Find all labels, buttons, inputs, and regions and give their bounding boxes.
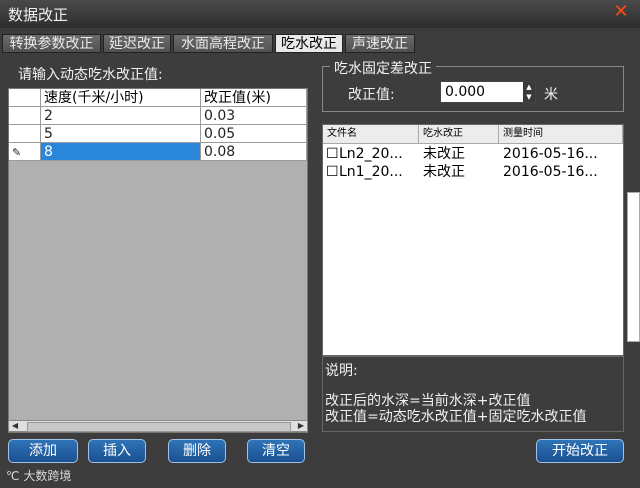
unit-label: 米 (544, 87, 558, 103)
insert-button[interactable]: 插入 (88, 439, 146, 463)
file-status: 未改正 (423, 146, 465, 162)
col-draft-status[interactable]: 吃水改正 (419, 125, 499, 143)
fixed-draft-group-title: 吃水固定差改正 (330, 58, 436, 78)
col-filename[interactable]: 文件名 (323, 125, 419, 143)
delete-button[interactable]: 删除 (168, 439, 226, 463)
cell-speed[interactable]: 8 (41, 143, 201, 161)
checkbox[interactable]: ☐ (326, 145, 339, 163)
grid-row[interactable]: 2 0.03 (9, 107, 307, 125)
start-correction-button[interactable]: 开始改正 (536, 439, 624, 463)
cell-value[interactable]: 0.05 (201, 125, 307, 143)
description-line: 改正值=动态吃水改正值+固定吃水改正值 (325, 409, 587, 425)
grid-col-speed[interactable]: 速度(千米/小时) (41, 89, 201, 107)
file-list-header: 文件名 吃水改正 测量时间 (323, 125, 623, 144)
window-title: 数据改正 (8, 6, 69, 24)
cell-speed[interactable]: 2 (41, 107, 201, 125)
tab-draft[interactable]: 吃水改正 (275, 34, 343, 53)
file-name: Ln2_20... (339, 146, 403, 162)
add-button[interactable]: 添加 (8, 439, 78, 463)
file-row[interactable]: ☐ Ln2_20... 未改正 2016-05-16... (323, 145, 623, 163)
logo-text: 大数跨境 (23, 469, 72, 483)
cell-speed[interactable]: 5 (41, 125, 201, 143)
spin-buttons[interactable]: ▲ ▼ (523, 82, 535, 102)
title-bar: 数据改正 ✕ (0, 0, 640, 28)
dynamic-draft-prompt: 请输入动态吃水改正值: (18, 67, 163, 83)
description-box: 说明: 改正后的水深=当前水深+改正值 改正值=动态吃水改正值+固定吃水改正值 (322, 356, 624, 432)
watermark-logo: ℃ 大数跨境 (6, 467, 71, 484)
spin-down-icon[interactable]: ▼ (523, 92, 535, 102)
fixed-draft-value[interactable]: 0.000 (445, 84, 485, 100)
grid-horizontal-scrollbar[interactable]: ◀ ▶ (8, 420, 308, 432)
grid-col-value[interactable]: 改正值(米) (201, 89, 307, 107)
file-list[interactable]: 文件名 吃水改正 测量时间 ☐ Ln2_20... 未改正 2016-05-16… (322, 124, 624, 356)
scroll-right-icon[interactable]: ▶ (296, 421, 306, 431)
row-selector[interactable] (9, 125, 41, 143)
file-status: 未改正 (423, 164, 465, 180)
pencil-icon: ✎ (12, 146, 22, 159)
dynamic-draft-grid[interactable]: 速度(千米/小时) 改正值(米) 2 0.03 5 0.05 ✎ 8 0.08 (8, 88, 308, 433)
description-title: 说明: (325, 363, 358, 379)
logo-icon: ℃ (6, 469, 20, 483)
cell-value[interactable]: 0.03 (201, 107, 307, 125)
tab-sound-speed[interactable]: 声速改正 (345, 34, 415, 53)
grid-corner (9, 89, 41, 107)
file-row[interactable]: ☐ Ln1_20... 未改正 2016-05-16... (323, 163, 623, 181)
scroll-left-icon[interactable]: ◀ (10, 421, 20, 431)
close-icon[interactable]: ✕ (612, 3, 630, 21)
grid-row-editing[interactable]: ✎ 8 0.08 (9, 143, 307, 161)
side-panel-fragment (627, 192, 640, 342)
spin-up-icon[interactable]: ▲ (523, 82, 535, 92)
clear-button[interactable]: 清空 (247, 439, 305, 463)
row-selector[interactable]: ✎ (9, 143, 41, 161)
tab-delay[interactable]: 延迟改正 (103, 34, 171, 53)
grid-header-row: 速度(千米/小时) 改正值(米) (9, 89, 307, 107)
tab-conversion-params[interactable]: 转换参数改正 (2, 34, 101, 53)
checkbox[interactable]: ☐ (326, 163, 339, 181)
file-time: 2016-05-16... (503, 164, 598, 180)
tab-water-level[interactable]: 水面高程改正 (173, 34, 273, 53)
col-survey-time[interactable]: 测量时间 (499, 125, 623, 143)
cell-value[interactable]: 0.08 (201, 143, 307, 161)
file-name: Ln1_20... (339, 164, 403, 180)
fixed-draft-label: 改正值: (348, 87, 395, 103)
row-selector[interactable] (9, 107, 41, 125)
file-time: 2016-05-16... (503, 146, 598, 162)
grid-row[interactable]: 5 0.05 (9, 125, 307, 143)
fixed-draft-spinbox[interactable]: 0.000 ▲ ▼ (440, 81, 536, 103)
scroll-thumb[interactable] (27, 422, 291, 432)
